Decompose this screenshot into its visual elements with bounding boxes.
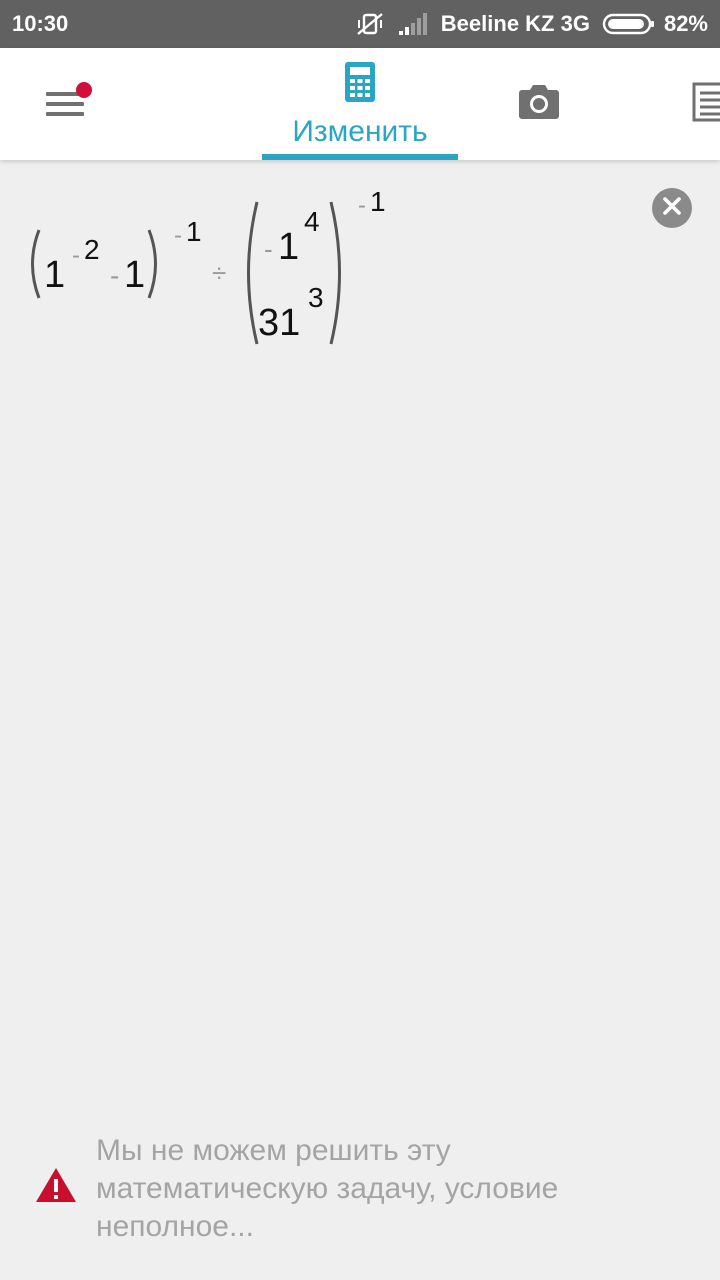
carrier-name: Beeline KZ 3G bbox=[440, 11, 590, 36]
expression-area[interactable]: 1 - 2 - 1 - 1 ÷ - 1 4 31 3 - 1 bbox=[0, 160, 720, 1120]
battery-percent: 82% bbox=[663, 11, 708, 36]
status-bar: 10:30 Beeline KZ 3G 82% bbox=[0, 0, 720, 48]
close-icon bbox=[662, 196, 682, 221]
numerator-base: 1 bbox=[278, 226, 300, 268]
left-exp: 2 bbox=[84, 234, 100, 265]
left-outer-exp-minus: - bbox=[174, 222, 182, 249]
camera-icon[interactable] bbox=[518, 82, 560, 125]
warning-text: Мы не можем решить эту математическую за… bbox=[96, 1134, 559, 1243]
battery-icon bbox=[602, 12, 656, 36]
left-exp-minus: - bbox=[72, 242, 80, 269]
numerator-exp: 4 bbox=[304, 206, 320, 237]
notification-badge bbox=[76, 82, 92, 98]
denominator-base: 31 bbox=[258, 302, 301, 344]
left-term: 1 bbox=[124, 254, 146, 296]
signal-icon bbox=[397, 12, 429, 36]
denominator-exp: 3 bbox=[308, 282, 324, 313]
right-close-paren bbox=[329, 201, 341, 345]
battery: 82% bbox=[602, 11, 708, 37]
warning-message: Мы не можем решить эту математическую за… bbox=[0, 1130, 720, 1260]
notes-icon[interactable] bbox=[692, 82, 720, 127]
left-open-paren bbox=[31, 229, 41, 299]
tab-edit[interactable]: Изменить bbox=[262, 48, 458, 160]
vibrate-off-icon bbox=[355, 11, 385, 37]
warning-icon bbox=[34, 1166, 78, 1209]
division-operator: ÷ bbox=[212, 258, 227, 288]
calculator-icon bbox=[345, 62, 375, 107]
status-time: 10:30 bbox=[12, 11, 69, 36]
tab-edit-label: Изменить bbox=[292, 115, 428, 148]
right-open-paren bbox=[247, 201, 259, 345]
left-close-paren bbox=[147, 229, 157, 299]
numerator-minus: - bbox=[264, 234, 273, 264]
left-outer-exp: 1 bbox=[186, 216, 202, 247]
top-toolbar: Изменить bbox=[0, 48, 720, 160]
left-base: 1 bbox=[44, 254, 66, 296]
left-minus: - bbox=[110, 260, 120, 291]
right-outer-exp-minus: - bbox=[358, 192, 366, 219]
right-outer-exp: 1 bbox=[370, 186, 386, 217]
clear-button[interactable] bbox=[652, 188, 692, 228]
status-right: Beeline KZ 3G 82% bbox=[355, 11, 708, 37]
